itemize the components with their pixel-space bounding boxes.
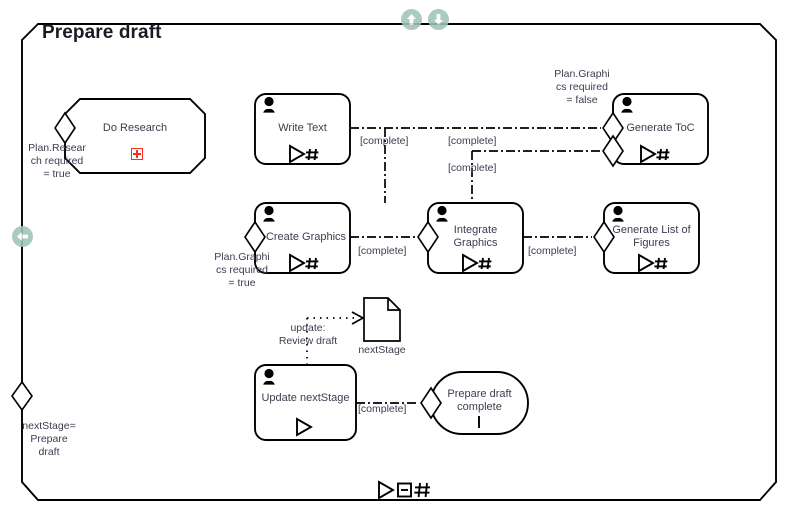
toolbar-hash-icon	[414, 482, 430, 498]
guard-do-research: Plan.Resear ch required = true	[28, 142, 86, 180]
toolbar-play-icon	[378, 480, 395, 500]
guard-frame-entry: nextStage= Prepare draft	[22, 420, 76, 458]
edge-label-to-generate-toc: [complete]	[448, 135, 497, 147]
edge-label-integrate-to-figures: [complete]	[528, 245, 577, 257]
activity-diagram-canvas: Prepare draft Do Research Write Text Gen…	[0, 0, 800, 514]
edge-label-create-graphics-out: [complete]	[358, 245, 407, 257]
toolbar-collapse-icon	[397, 482, 412, 498]
diagram-vector-layer	[11, 23, 777, 501]
edge-label-integrate-to-toc: [complete]	[448, 162, 497, 174]
scroll-left-icon[interactable]	[12, 226, 33, 247]
scroll-up-icon[interactable]	[401, 9, 422, 30]
guard-create-graphics: Plan.Graphi cs required = true	[214, 251, 270, 289]
edge-label-update-to-complete: [complete]	[358, 403, 407, 415]
artifact-nextstage-shape	[363, 297, 401, 342]
edge-label-update-nextstage-artifact: update: Review draft	[278, 322, 338, 347]
expand-node-icon[interactable]	[131, 148, 143, 160]
guard-generate-toc: Plan.Graphi cs required = false	[554, 68, 610, 106]
scroll-down-icon[interactable]	[428, 9, 449, 30]
artifact-label-nextstage: nextStage	[358, 344, 406, 356]
page-title: Prepare draft	[42, 22, 162, 43]
frame-entry-pin	[11, 380, 33, 412]
edge-label-write-text-out: [complete]	[360, 135, 409, 147]
